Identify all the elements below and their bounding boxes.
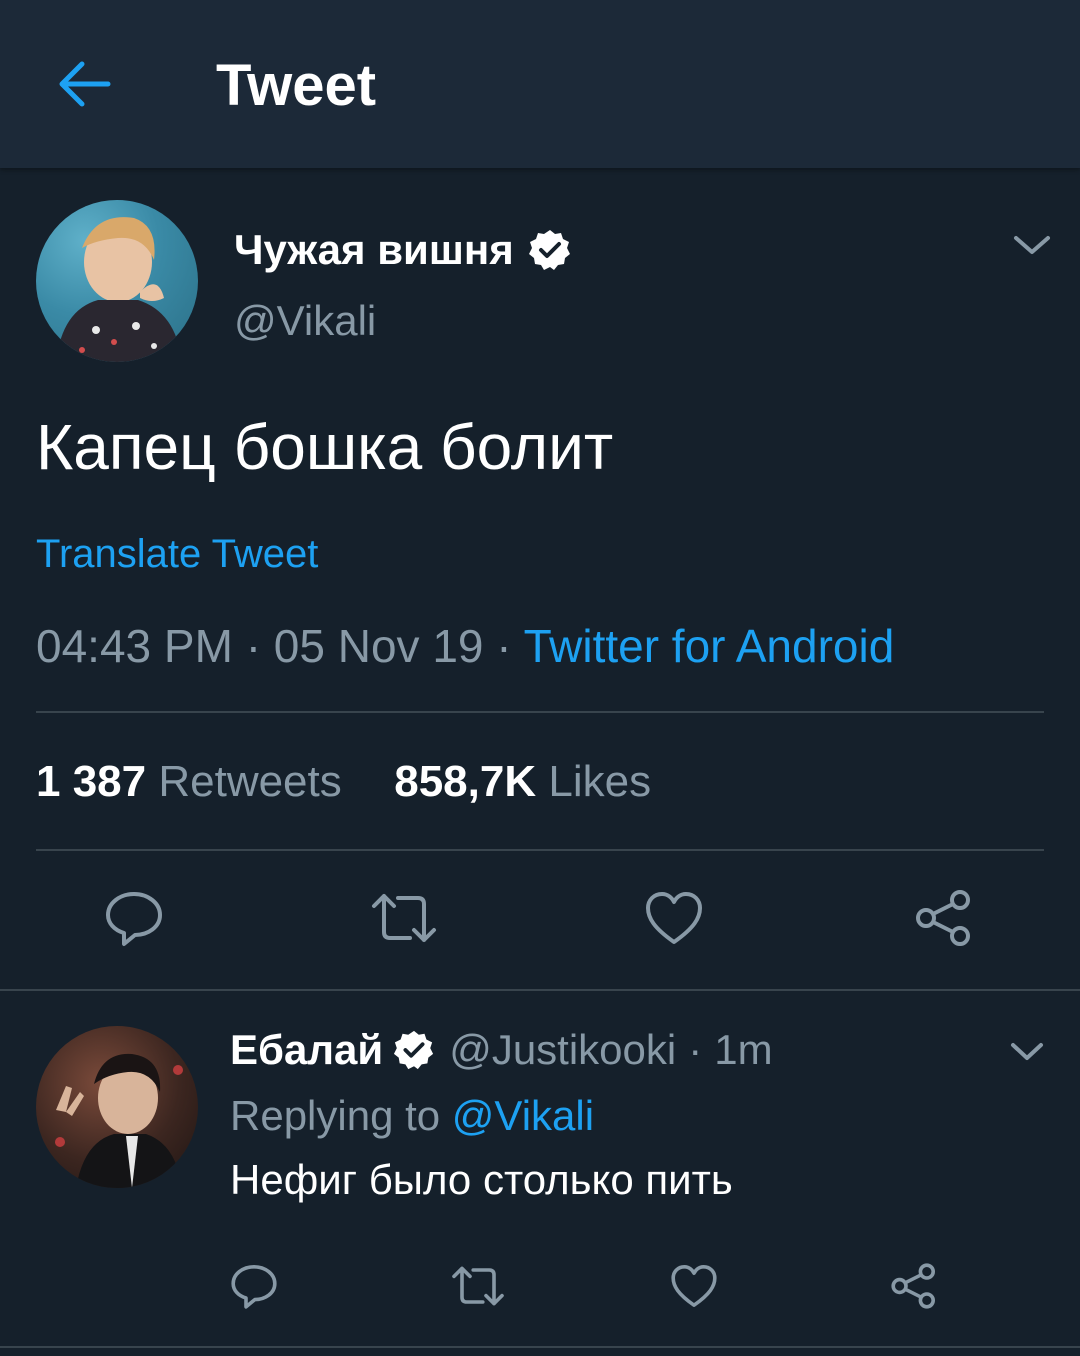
likes-stat[interactable]: 858,7K Likes: [394, 757, 651, 806]
author-avatar[interactable]: [36, 200, 198, 362]
reply-reply-button[interactable]: [224, 1256, 284, 1316]
reply-share-button[interactable]: [884, 1256, 944, 1316]
reply-retweet-button[interactable]: [446, 1256, 510, 1316]
reply-button[interactable]: [96, 880, 172, 956]
retweet-button[interactable]: [366, 880, 442, 956]
share-button[interactable]: [906, 880, 982, 956]
likes-label: Likes: [548, 757, 652, 806]
divider: [36, 849, 1044, 851]
section-divider: [0, 1346, 1080, 1348]
share-icon: [916, 890, 970, 946]
top-bar: Tweet: [0, 0, 1080, 168]
verified-badge-icon: [394, 1030, 434, 1070]
author-name: Чужая вишня: [234, 226, 514, 273]
retweets-label: Retweets: [158, 757, 342, 806]
retweets-stat[interactable]: 1 387 Retweets: [36, 757, 354, 806]
retweet-icon: [452, 1266, 504, 1306]
reply-like-button[interactable]: [664, 1256, 724, 1316]
tweet-source-link[interactable]: Twitter for Android: [524, 620, 895, 672]
retweet-icon: [372, 894, 436, 942]
replying-to-line: Replying to @Vikali: [230, 1088, 594, 1144]
chevron-down-icon: [1011, 1043, 1043, 1060]
reply-author-handle[interactable]: @Justikooki: [449, 1022, 676, 1078]
likes-count: 858,7K: [394, 757, 537, 806]
reply-menu-button[interactable]: [1008, 1034, 1046, 1070]
reply-bubble-icon: [231, 1265, 277, 1309]
divider: [36, 711, 1044, 713]
share-icon: [891, 1263, 935, 1309]
replying-mention-link[interactable]: @Vikali: [452, 1092, 594, 1139]
retweets-count: 1 387: [36, 757, 147, 806]
meta-separator: ·: [245, 620, 262, 672]
author-name-row[interactable]: Чужая вишня: [234, 222, 572, 278]
tweet-date: 05 Nov 19: [273, 620, 484, 672]
reply-age: 1m: [714, 1026, 773, 1073]
reply-text: Нефиг было столько пить: [230, 1156, 733, 1203]
tweet-meta: 04:43 PM · 05 Nov 19 · Twitter for Andro…: [36, 616, 894, 676]
heart-icon: [671, 1265, 717, 1307]
reply-bubble-icon: [106, 892, 162, 946]
reply-author-avatar[interactable]: [36, 1026, 198, 1188]
reply-separator: ·: [688, 1026, 703, 1073]
translate-tweet-link[interactable]: Translate Tweet: [36, 528, 318, 580]
page-title: Tweet: [216, 53, 377, 118]
reply-header: Ебалай @Justikooki · 1m: [230, 1022, 773, 1078]
arrow-left-icon: [59, 61, 111, 107]
avatar-image: [55, 1053, 183, 1188]
author-handle[interactable]: @Vikali: [234, 296, 376, 346]
reply-author-name[interactable]: Ебалай: [230, 1022, 383, 1078]
tweet-text: Капец бошка болит: [36, 411, 614, 483]
verified-badge-icon: [528, 230, 570, 270]
replying-prefix: Replying to: [230, 1092, 441, 1139]
section-divider: [0, 989, 1080, 991]
heart-icon: [646, 892, 702, 944]
tweet-stats: 1 387 Retweets 858,7K Likes: [36, 752, 651, 812]
tweet-time: 04:43 PM: [36, 620, 233, 672]
app-root: Tweet Чужая вишня @Vikali Капец бошка бо…: [0, 0, 1080, 1356]
chevron-down-icon: [1014, 236, 1050, 254]
like-button[interactable]: [636, 880, 712, 956]
avatar-image: [56, 217, 182, 362]
tweet-menu-button[interactable]: [1010, 226, 1054, 266]
back-button[interactable]: [50, 50, 118, 118]
meta-separator: ·: [496, 620, 512, 672]
